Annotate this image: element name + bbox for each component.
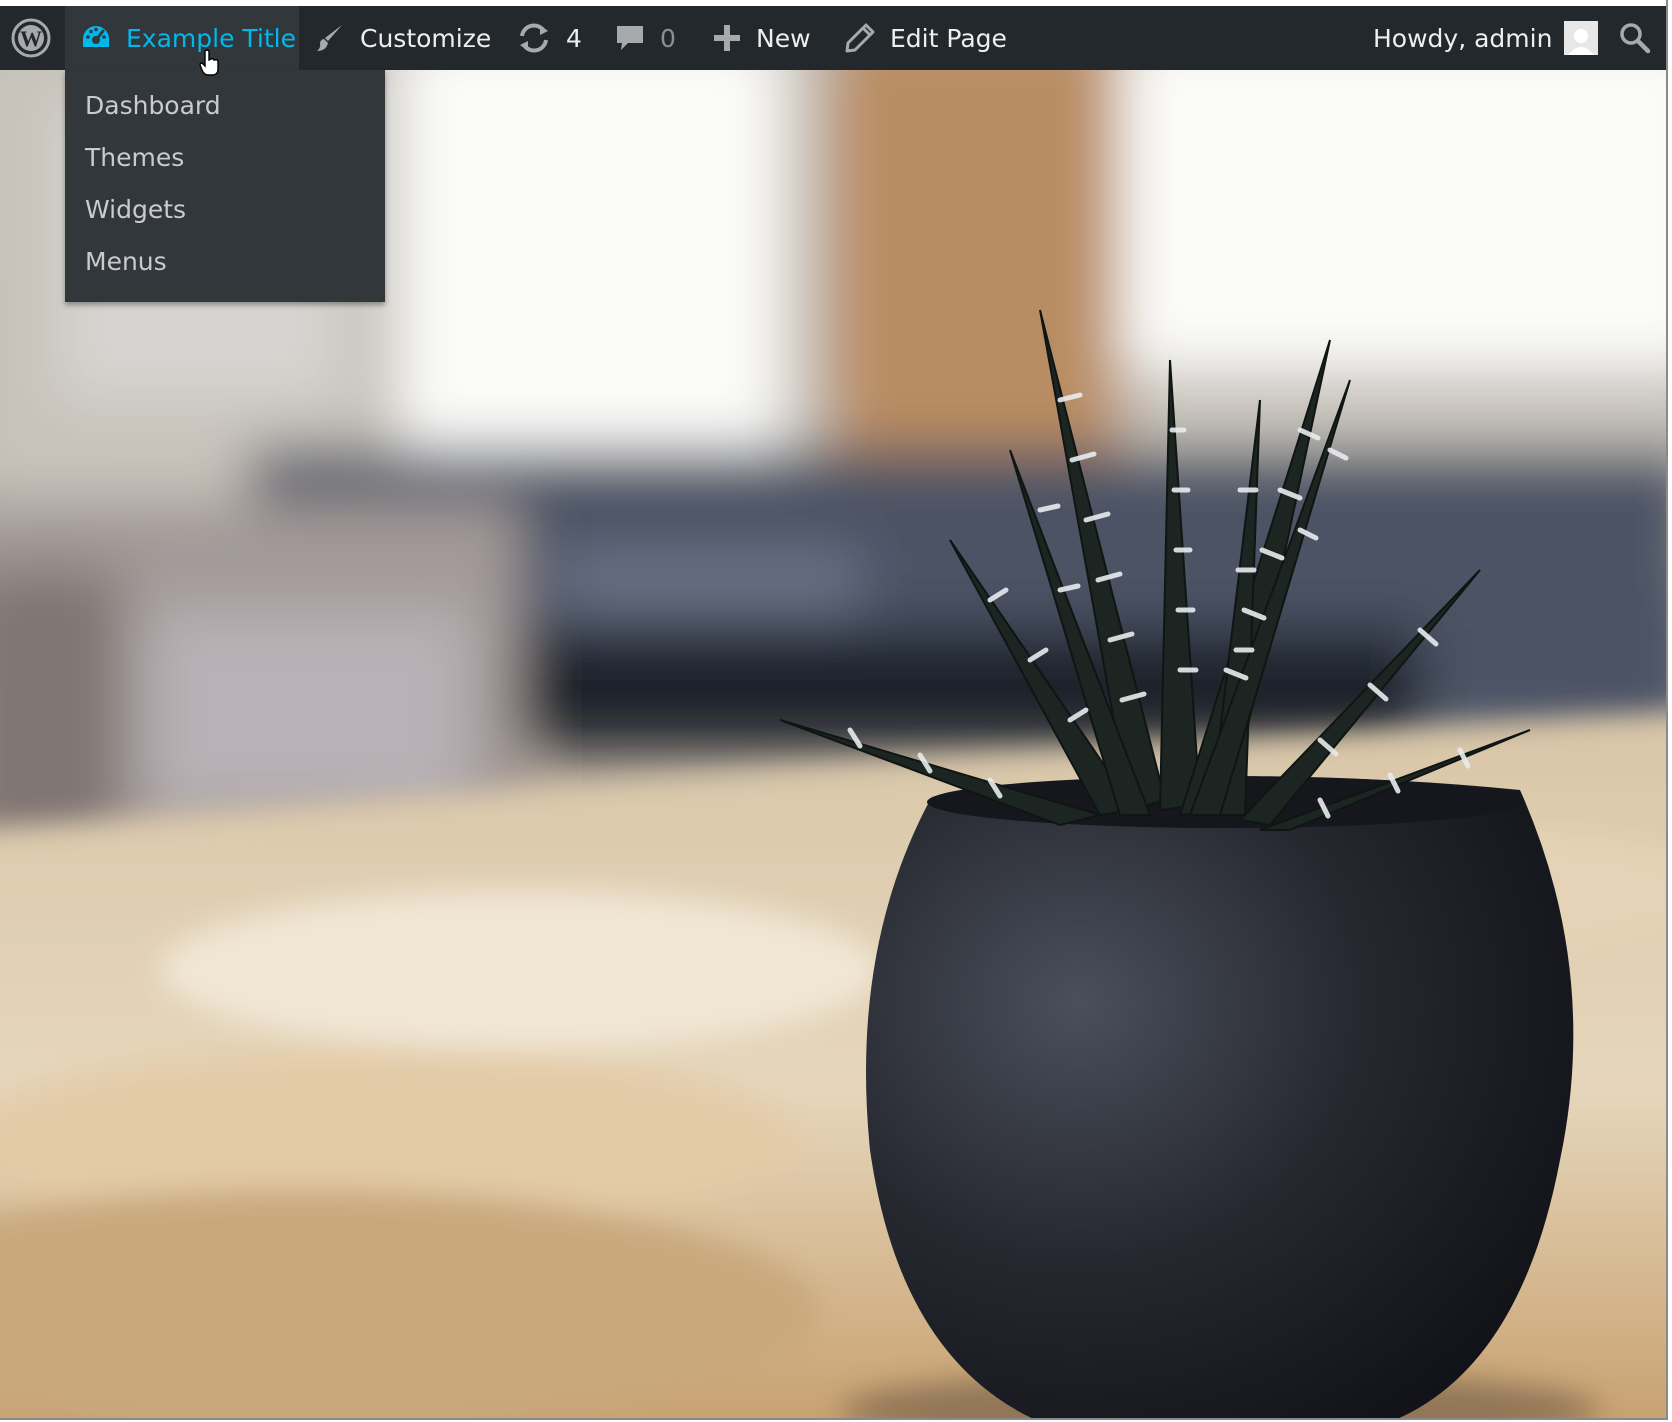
site-name-menu[interactable]: Example Title [65,6,299,70]
new-content-label: New [756,23,811,53]
avatar-icon [1564,21,1599,55]
comments-count: 0 [660,23,676,53]
submenu-item-menus[interactable]: Menus [65,236,385,288]
wordpress-logo-icon: W [11,18,51,58]
new-content-button[interactable]: New [712,6,811,70]
updates-count: 4 [566,23,582,53]
admin-bar: W Example Title Customize 4 0 New Edit P… [0,6,1666,70]
hand-pointer-cursor-icon [199,49,221,77]
customize-button[interactable]: Customize [314,6,491,70]
wordpress-logo-button[interactable]: W [6,6,56,70]
refresh-icon [516,22,552,54]
submenu-item-dashboard[interactable]: Dashboard [65,80,385,132]
plus-icon [712,23,742,53]
edit-page-label: Edit Page [890,23,1007,53]
edit-page-button[interactable]: Edit Page [844,6,1007,70]
my-account-menu[interactable]: Howdy, admin [1373,6,1599,70]
pencil-icon [844,22,876,54]
submenu-item-themes[interactable]: Themes [65,132,385,184]
site-name-submenu: Dashboard Themes Widgets Menus [65,70,385,302]
search-icon [1619,22,1651,54]
updates-button[interactable]: 4 [516,6,582,70]
browser-viewport: W Example Title Customize 4 0 New Edit P… [0,0,1668,1420]
dashboard-gauge-icon [80,23,112,53]
customize-label: Customize [360,23,492,53]
search-button[interactable] [1617,6,1653,70]
comments-button[interactable]: 0 [614,6,676,70]
howdy-greeting: Howdy, admin [1373,23,1553,53]
svg-text:W: W [20,26,42,51]
comment-bubble-icon [614,22,646,54]
submenu-item-widgets[interactable]: Widgets [65,184,385,236]
paintbrush-icon [314,22,346,54]
